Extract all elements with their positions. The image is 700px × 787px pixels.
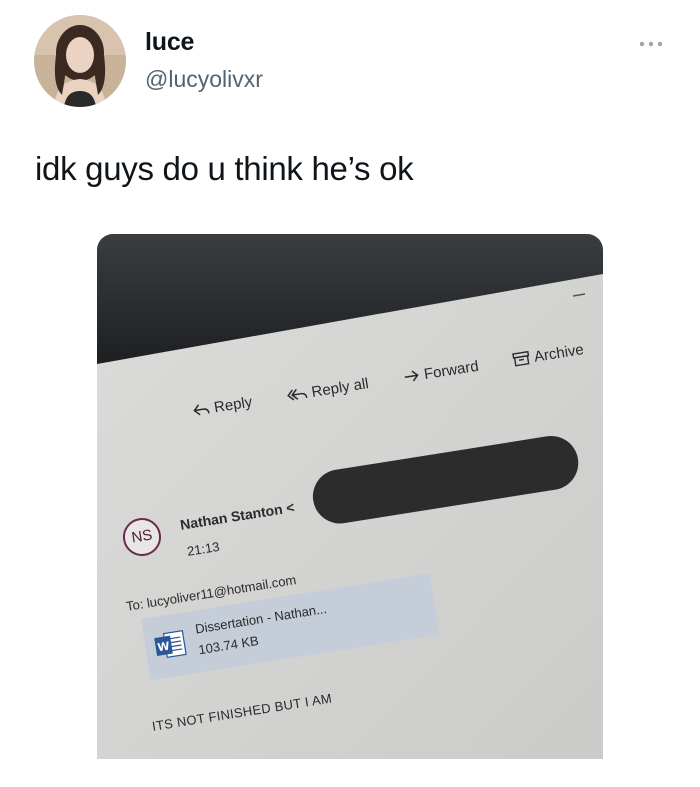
attachment-filename: Dissertation - Nathan... bbox=[194, 600, 328, 637]
user-handle[interactable]: @lucyolivxr bbox=[145, 66, 263, 93]
reply-icon bbox=[193, 404, 210, 416]
more-options-icon[interactable] bbox=[638, 36, 664, 47]
svg-text:W: W bbox=[157, 639, 171, 654]
display-name[interactable]: luce bbox=[145, 28, 194, 57]
tweet: luce @lucyolivxr idk guys do u think he’… bbox=[0, 0, 700, 787]
avatar[interactable] bbox=[34, 15, 126, 107]
forward-arrow-icon bbox=[404, 370, 419, 382]
tweet-photo[interactable]: Reply Reply all Forward Archive NS Natha… bbox=[97, 234, 603, 759]
tweet-text: idk guys do u think he’s ok bbox=[35, 150, 414, 187]
reply-all-icon bbox=[286, 389, 308, 401]
attachment-size: 103.74 KB bbox=[197, 632, 260, 658]
archive-icon bbox=[512, 350, 530, 367]
word-icon: W bbox=[154, 629, 187, 659]
